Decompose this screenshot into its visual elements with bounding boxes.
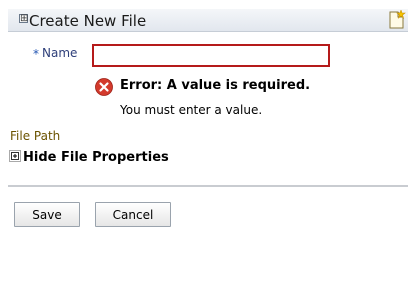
error-title: Error: A value is required. <box>120 78 311 93</box>
divider <box>8 185 408 187</box>
collapse-toggle-icon[interactable] <box>9 150 21 162</box>
hide-file-properties-toggle[interactable]: Hide File Properties <box>23 150 169 165</box>
name-input[interactable] <box>92 44 330 67</box>
save-button[interactable]: Save <box>14 202 80 227</box>
error-message: You must enter a value. <box>120 103 263 117</box>
panel-header: ⊞ Create New File <box>8 9 408 32</box>
expand-toggle-icon[interactable]: ⊞ <box>19 14 28 24</box>
required-indicator: * <box>33 47 39 61</box>
error-icon <box>95 78 113 96</box>
cancel-button[interactable]: Cancel <box>95 202 171 227</box>
panel-title: Create New File <box>29 12 147 30</box>
new-file-icon[interactable] <box>386 10 406 30</box>
file-path-label: File Path <box>10 129 61 143</box>
name-label: Name <box>42 46 78 60</box>
